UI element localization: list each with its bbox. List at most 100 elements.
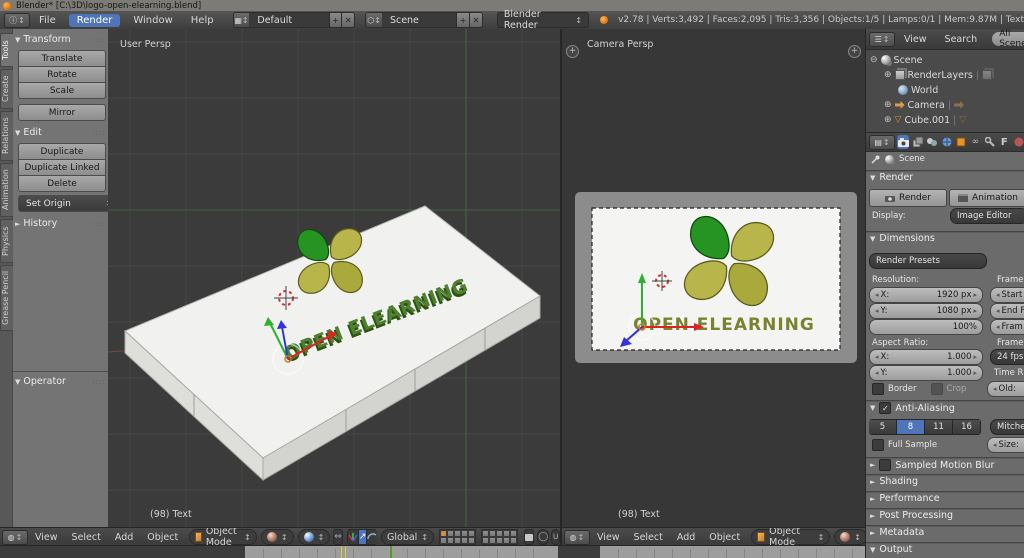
- tab-relations[interactable]: Relations: [0, 111, 13, 161]
- manipulator-axis-icon[interactable]: [346, 529, 359, 545]
- layer-cell[interactable]: [482, 537, 490, 544]
- outliner-item-world[interactable]: World: [898, 83, 938, 97]
- layer-cell[interactable]: [510, 530, 518, 537]
- layer-cell[interactable]: [489, 530, 497, 537]
- aa-samples-5[interactable]: 5: [869, 419, 897, 435]
- layer-cell[interactable]: [447, 530, 455, 537]
- layer-cell[interactable]: [482, 530, 490, 537]
- layer-cell[interactable]: [447, 537, 455, 544]
- menu-select[interactable]: Select: [634, 532, 663, 543]
- menu-view[interactable]: View: [904, 34, 927, 45]
- properties-tab-world[interactable]: [940, 135, 952, 149]
- properties-tab-modifiers[interactable]: [984, 135, 996, 149]
- drag-dots-icon[interactable]: ::::: [93, 129, 106, 137]
- snap-toggle[interactable]: ⇔: [333, 529, 343, 545]
- set-origin-dropdown[interactable]: Set Origin↕: [18, 195, 113, 212]
- panel-edit-header[interactable]: ▼ Edit::::: [15, 126, 106, 139]
- frame-step-field[interactable]: ◂ Fram: [990, 319, 1024, 335]
- aa-samples-16[interactable]: 16: [953, 419, 981, 435]
- aspect-y-field[interactable]: ◂ Y: 1.000 ▸: [869, 365, 983, 381]
- render-button[interactable]: Render: [869, 189, 947, 207]
- drag-dots-icon[interactable]: ::::: [93, 220, 106, 228]
- aa-size-field[interactable]: ◂ Size:: [987, 437, 1024, 453]
- menu-add[interactable]: Add: [677, 532, 695, 543]
- layer-cell[interactable]: [496, 537, 504, 544]
- outliner-item-renderlayers[interactable]: ⊕ RenderLayers |: [884, 68, 993, 82]
- menu-search[interactable]: Search: [945, 34, 978, 45]
- resolution-x-field[interactable]: ◂ X: 1920 px ▸: [869, 287, 983, 303]
- viewport-shading-dropdown[interactable]: ↕: [834, 529, 867, 545]
- scene-selector-icon[interactable]: ⬡ ↕: [366, 13, 382, 27]
- delete-scene-button[interactable]: ✕: [469, 13, 482, 27]
- aa-samples-8[interactable]: 8: [897, 419, 925, 435]
- editor-type-button[interactable]: ◍ ↕: [564, 529, 590, 545]
- frame-end-field[interactable]: ◂ End F: [990, 303, 1024, 319]
- layer-cell[interactable]: [454, 530, 462, 537]
- layer-cell[interactable]: [503, 530, 511, 537]
- duplicate-linked-button[interactable]: Duplicate Linked: [18, 159, 106, 175]
- menu-help[interactable]: Help: [191, 15, 214, 26]
- screen-layout-value[interactable]: Default: [249, 13, 329, 27]
- frame-start-field[interactable]: ◂ Start: [990, 287, 1024, 303]
- layer-cell[interactable]: [496, 530, 504, 537]
- manipulator-translate-icon[interactable]: ↗: [358, 529, 368, 545]
- viewport-3d-user[interactable]: OPEN ELEARNING OPEN ELEARNING User Persp…: [108, 29, 560, 527]
- camera-data-icon[interactable]: [954, 101, 965, 109]
- add-scene-button[interactable]: +: [456, 13, 470, 27]
- timeline-playhead[interactable]: [390, 546, 392, 558]
- tab-animation[interactable]: Animation: [0, 163, 13, 217]
- panel-output[interactable]: ▼ Output: [866, 543, 1024, 555]
- timeline-strip[interactable]: [0, 545, 865, 558]
- menu-add[interactable]: Add: [115, 532, 133, 543]
- add-layout-button[interactable]: +: [328, 13, 342, 27]
- tab-tools[interactable]: Tools: [0, 33, 13, 67]
- menu-file[interactable]: File: [39, 15, 56, 26]
- viewport-shading-dropdown[interactable]: ↕: [260, 529, 294, 545]
- layer-cell[interactable]: [468, 530, 476, 537]
- breadcrumb-label[interactable]: Scene: [899, 154, 925, 164]
- panel-shading[interactable]: ► Shading: [866, 475, 1024, 487]
- expand-region-button[interactable]: +: [848, 45, 861, 58]
- panel-operator-header[interactable]: ▼ Operator::::: [15, 375, 106, 388]
- properties-tab-scene[interactable]: [926, 135, 938, 149]
- editor-type-button[interactable]: ⓘ ↕: [4, 12, 30, 28]
- panel-history-header[interactable]: ► History::::: [15, 217, 106, 230]
- crop-checkbox[interactable]: [930, 383, 943, 395]
- delete-button[interactable]: Delete: [18, 175, 106, 192]
- rotate-button[interactable]: Rotate: [18, 66, 106, 82]
- layer-cell[interactable]: [461, 537, 469, 544]
- properties-tab-data[interactable]: F: [998, 135, 1010, 149]
- panel-antialiasing-header[interactable]: ▼ ✓ Anti-Aliasing: [866, 401, 1024, 414]
- panel-render-header[interactable]: ▼ Render: [866, 171, 1024, 183]
- pivot-point-dropdown[interactable]: ↕: [297, 529, 331, 545]
- panel-sampled-motion-blur[interactable]: ► Sampled Motion Blur: [866, 458, 1024, 471]
- layer-cell[interactable]: [454, 537, 462, 544]
- mesh-data-icon[interactable]: ▽: [959, 115, 966, 125]
- editor-type-button[interactable]: ▤ ↕: [869, 134, 895, 150]
- render-result-icon[interactable]: [982, 70, 993, 80]
- properties-tab-render[interactable]: [897, 135, 910, 149]
- duplicate-button[interactable]: Duplicate: [18, 143, 106, 159]
- properties-tab-material[interactable]: [1013, 135, 1024, 149]
- motion-blur-checkbox[interactable]: [879, 459, 892, 471]
- menu-select[interactable]: Select: [72, 532, 101, 543]
- properties-tab-render-layers[interactable]: [911, 135, 923, 149]
- layer-cell[interactable]: [503, 537, 511, 544]
- animation-button[interactable]: Animation: [949, 189, 1024, 207]
- menu-object[interactable]: Object: [147, 532, 178, 543]
- menu-render[interactable]: Render: [68, 13, 121, 27]
- aa-filter-dropdown[interactable]: Mitchel: [990, 419, 1024, 435]
- layer-cell[interactable]: [510, 537, 518, 544]
- orientation-dropdown[interactable]: Global ↕: [381, 529, 435, 545]
- translate-button[interactable]: Translate: [18, 50, 106, 66]
- layer-cell[interactable]: [461, 530, 469, 537]
- menu-window[interactable]: Window: [133, 15, 172, 26]
- pin-icon[interactable]: [871, 155, 880, 164]
- editor-type-button[interactable]: ☰ ↕: [869, 31, 895, 47]
- tab-grease-pencil[interactable]: Grease Pencil: [0, 265, 13, 331]
- layer-cell[interactable]: [440, 537, 448, 544]
- mode-dropdown[interactable]: Object Mode ↕: [751, 528, 831, 546]
- tab-physics[interactable]: Physics: [0, 219, 13, 263]
- panel-metadata[interactable]: ► Metadata: [866, 526, 1024, 538]
- expand-icon[interactable]: ⊕: [884, 100, 892, 110]
